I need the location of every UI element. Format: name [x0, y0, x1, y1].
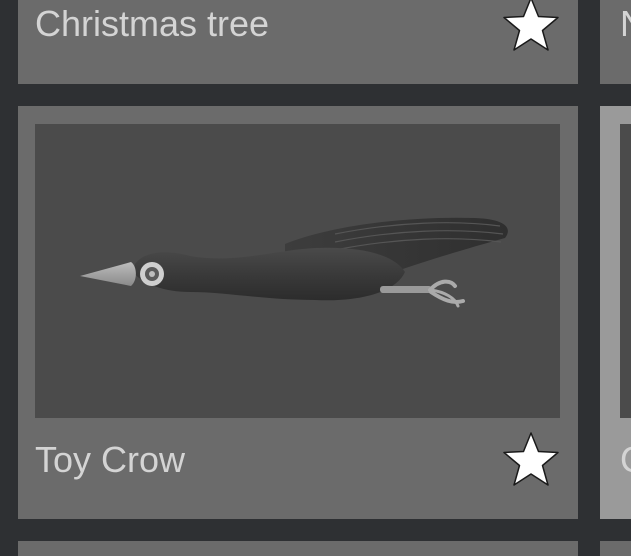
model-card-toy-crow[interactable]: Toy Crow [18, 106, 578, 519]
model-card-partial-top-right[interactable]: N [600, 0, 631, 84]
card-title: Christmas tree [35, 3, 270, 44]
model-thumbnail [620, 124, 631, 418]
model-card-partial-bottom[interactable] [18, 541, 578, 556]
model-card-partial-bottom-right[interactable] [600, 541, 631, 556]
card-title: Toy Crow [35, 439, 186, 480]
card-title: N [620, 6, 631, 42]
star-icon[interactable] [501, 430, 561, 490]
star-icon[interactable] [501, 0, 561, 55]
model-card-christmas-tree[interactable]: Christmas tree [18, 0, 578, 84]
card-title: C [620, 442, 631, 478]
model-card-partial-right[interactable]: C [600, 106, 631, 519]
model-thumbnail[interactable] [35, 124, 560, 418]
